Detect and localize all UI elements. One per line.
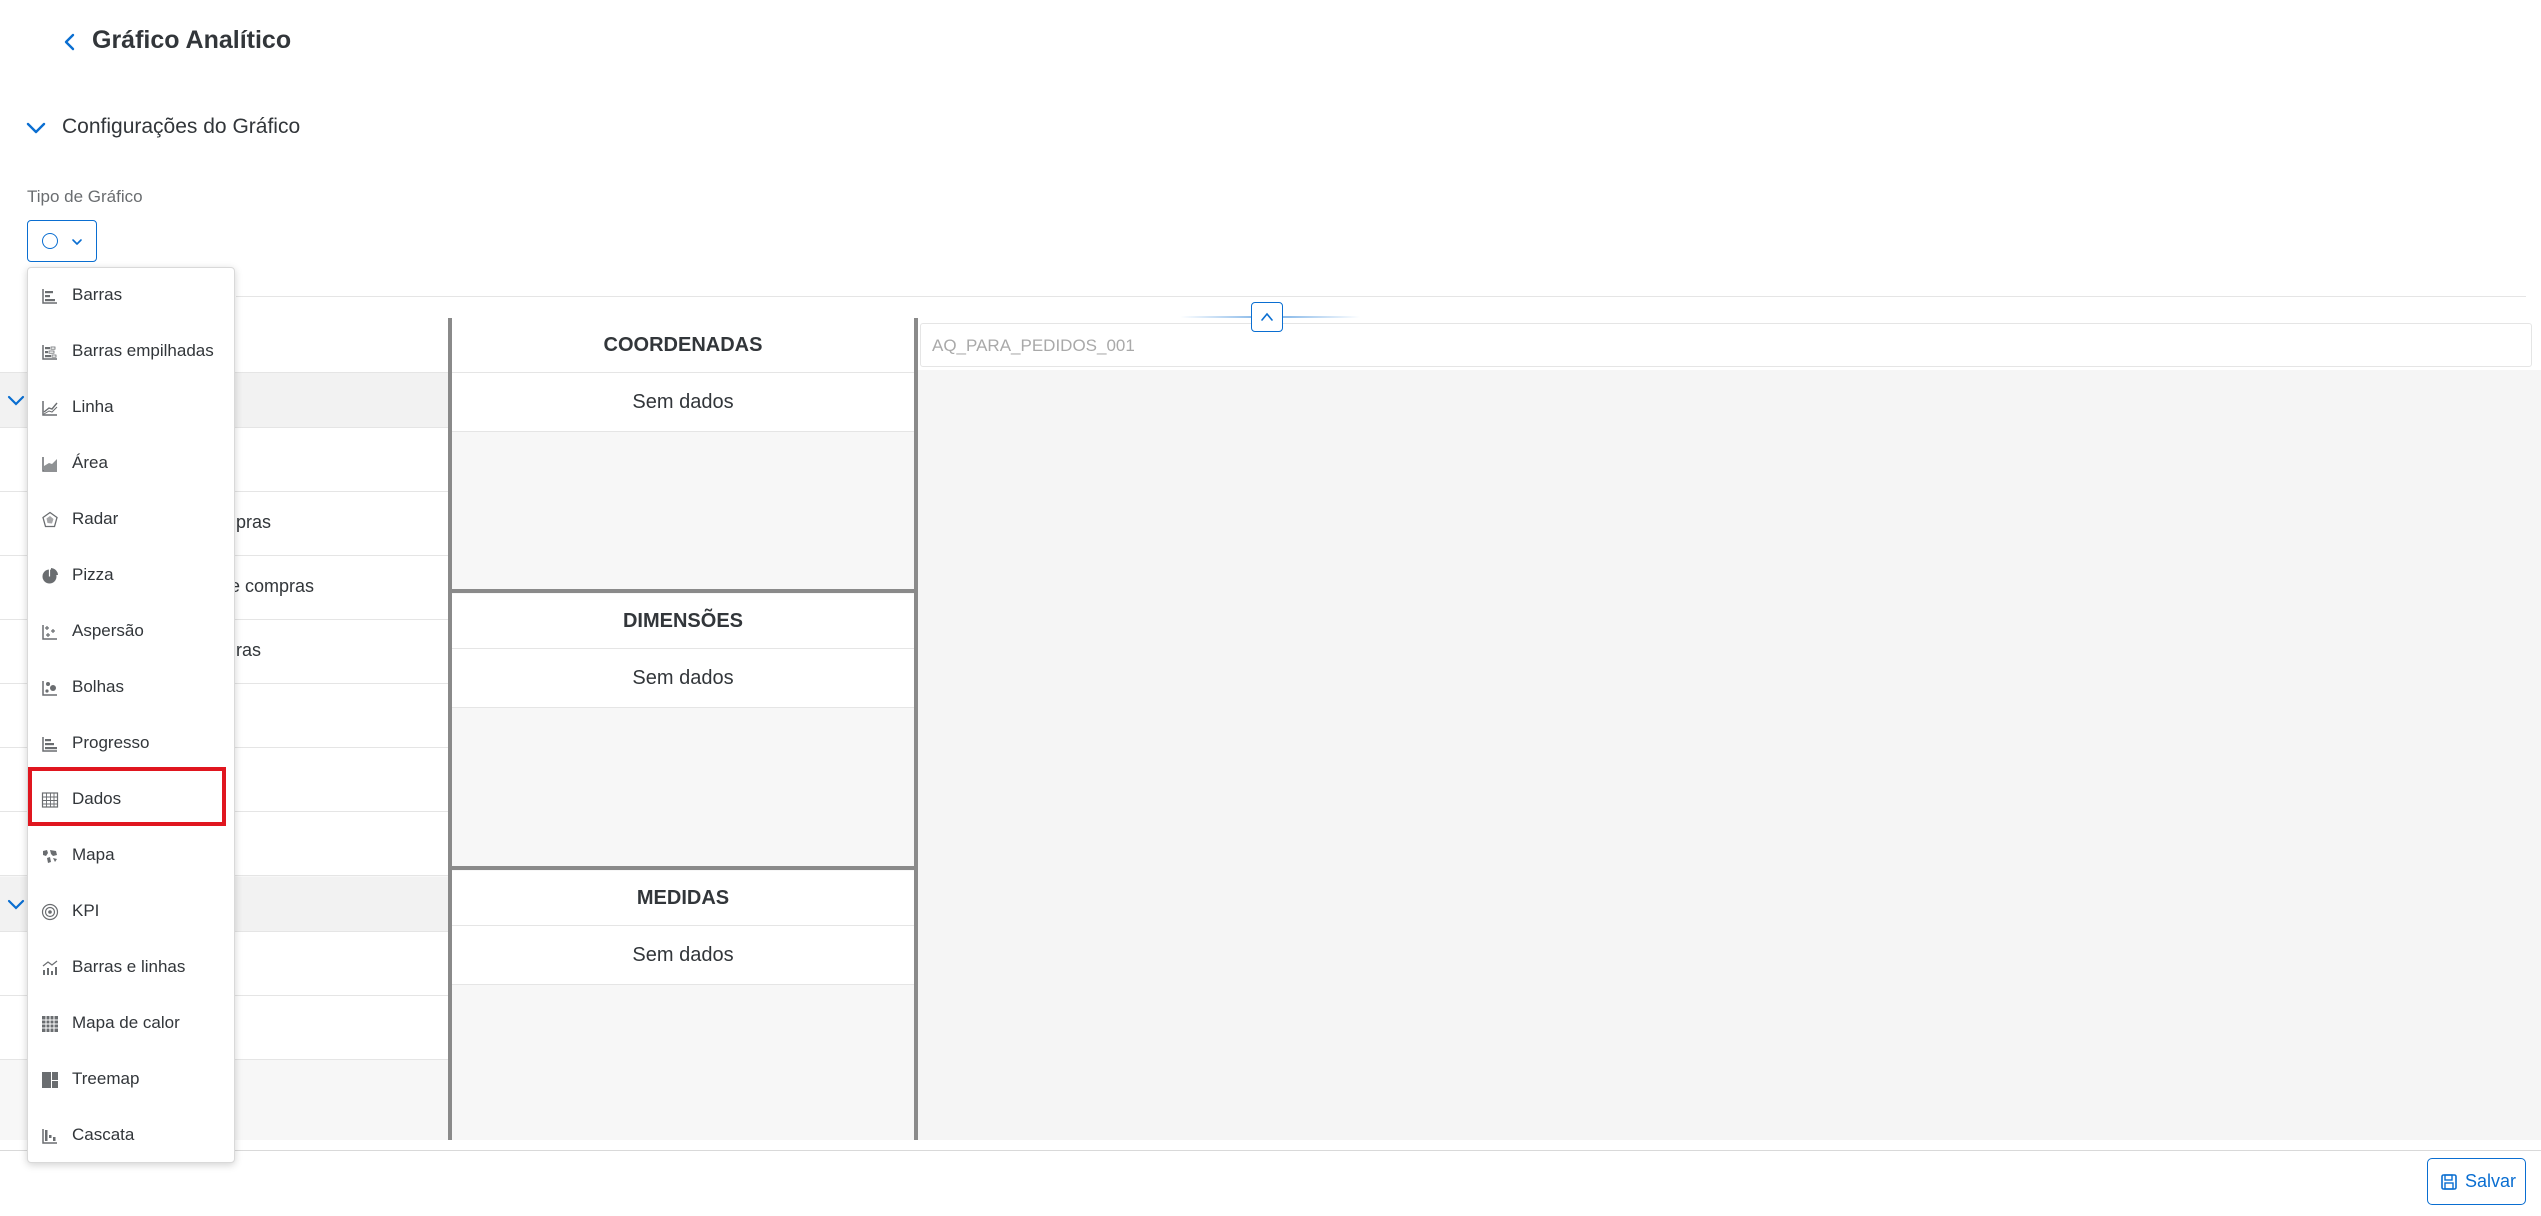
option-radar[interactable]: Radar <box>28 492 234 548</box>
divider <box>236 296 2526 297</box>
option-label: Mapa <box>72 845 115 864</box>
option-label: Cascata <box>72 1125 135 1144</box>
option-label: Mapa de calor <box>72 1013 180 1032</box>
back-arrow-icon[interactable] <box>56 28 84 56</box>
page-title: Gráfico Analítico <box>92 26 292 54</box>
waterfall-icon <box>42 1129 57 1144</box>
kpi-target-icon <box>41 903 59 921</box>
save-label: Salvar <box>2465 1171 2517 1191</box>
chevron-down-icon[interactable] <box>4 892 28 916</box>
line-chart-icon <box>42 401 58 416</box>
option-label: Área <box>72 453 108 472</box>
option-label: Progresso <box>72 733 150 752</box>
save-icon <box>2441 1174 2457 1190</box>
option-bolhas[interactable]: Bolhas <box>28 660 234 716</box>
chart-preview-area <box>918 370 2541 1140</box>
chevron-up-icon <box>1261 312 1273 321</box>
footer-toolbar <box>0 1150 2541 1216</box>
option-label: Bolhas <box>72 677 124 696</box>
chevron-down-icon[interactable] <box>4 388 28 412</box>
zone-separator <box>452 866 914 870</box>
option-label: Linha <box>72 397 114 416</box>
option-pizza[interactable]: Pizza <box>28 548 234 604</box>
field-label: e compras <box>230 576 315 596</box>
bubble-chart-icon <box>42 681 57 696</box>
bar-chart-icon <box>42 289 57 304</box>
measures-header: MEDIDAS <box>452 871 914 926</box>
heatmap-icon <box>42 1016 58 1032</box>
bar-line-chart-icon <box>42 960 58 975</box>
option-area[interactable]: Área <box>28 436 234 492</box>
circle-icon <box>42 233 58 249</box>
pie-chart-icon <box>42 568 58 584</box>
chart-type-select[interactable] <box>27 220 97 262</box>
option-kpi[interactable]: KPI <box>28 884 234 940</box>
measures-empty: Sem dados <box>452 926 914 985</box>
option-barras-empilhadas[interactable]: Barras empilhadas <box>28 324 234 380</box>
option-progresso[interactable]: Progresso <box>28 716 234 772</box>
option-label: Pizza <box>72 565 114 584</box>
field-label: ras <box>236 640 262 660</box>
query-name-text: AQ_PARA_PEDIDOS_001 <box>932 336 1135 355</box>
query-name-field[interactable] <box>920 323 2532 367</box>
option-label: Barras e linhas <box>72 957 186 976</box>
option-cascata[interactable]: Cascata <box>28 1108 234 1164</box>
option-label: KPI <box>72 901 100 920</box>
option-label: Aspersão <box>72 621 144 640</box>
coordinates-header: COORDENADAS <box>452 318 914 373</box>
option-linha[interactable]: Linha <box>28 380 234 436</box>
option-barras[interactable]: Barras <box>28 268 234 324</box>
highlight-box <box>28 767 226 826</box>
collapse-header-button[interactable] <box>1251 302 1283 332</box>
treemap-icon <box>42 1072 58 1088</box>
option-barras-e-linhas[interactable]: Barras e linhas <box>28 940 234 996</box>
dimensions-empty: Sem dados <box>452 649 914 708</box>
option-label: Treemap <box>72 1069 140 1088</box>
save-button[interactable]: Salvar <box>2427 1158 2526 1205</box>
radar-chart-icon <box>42 511 58 528</box>
zone-separator <box>452 589 914 593</box>
chevron-down-icon[interactable] <box>22 114 50 142</box>
option-mapa[interactable]: Mapa <box>28 828 234 884</box>
stacked-bar-icon <box>42 345 57 360</box>
option-label: Barras <box>72 285 123 304</box>
coordinates-empty: Sem dados <box>452 373 914 432</box>
scatter-chart-icon <box>42 625 57 640</box>
chevron-down-icon <box>72 239 82 245</box>
option-mapa-de-calor[interactable]: Mapa de calor <box>28 996 234 1052</box>
area-chart-icon <box>42 457 57 472</box>
map-icon <box>43 850 57 863</box>
dimensions-header: DIMENSÕES <box>452 594 914 649</box>
progress-chart-icon <box>42 737 57 752</box>
drop-zones-panel <box>452 318 914 1140</box>
option-treemap[interactable]: Treemap <box>28 1052 234 1108</box>
chart-type-label: Tipo de Gráfico <box>27 187 143 206</box>
chart-type-dropdown: Barras Barras empilhadas Linha Área Rada… <box>27 267 235 1163</box>
option-label: Barras empilhadas <box>72 341 214 360</box>
option-aspersao[interactable]: Aspersão <box>28 604 234 660</box>
field-label: pras <box>236 512 272 532</box>
option-label: Radar <box>72 509 119 528</box>
section-title[interactable]: Configurações do Gráfico <box>62 115 300 139</box>
